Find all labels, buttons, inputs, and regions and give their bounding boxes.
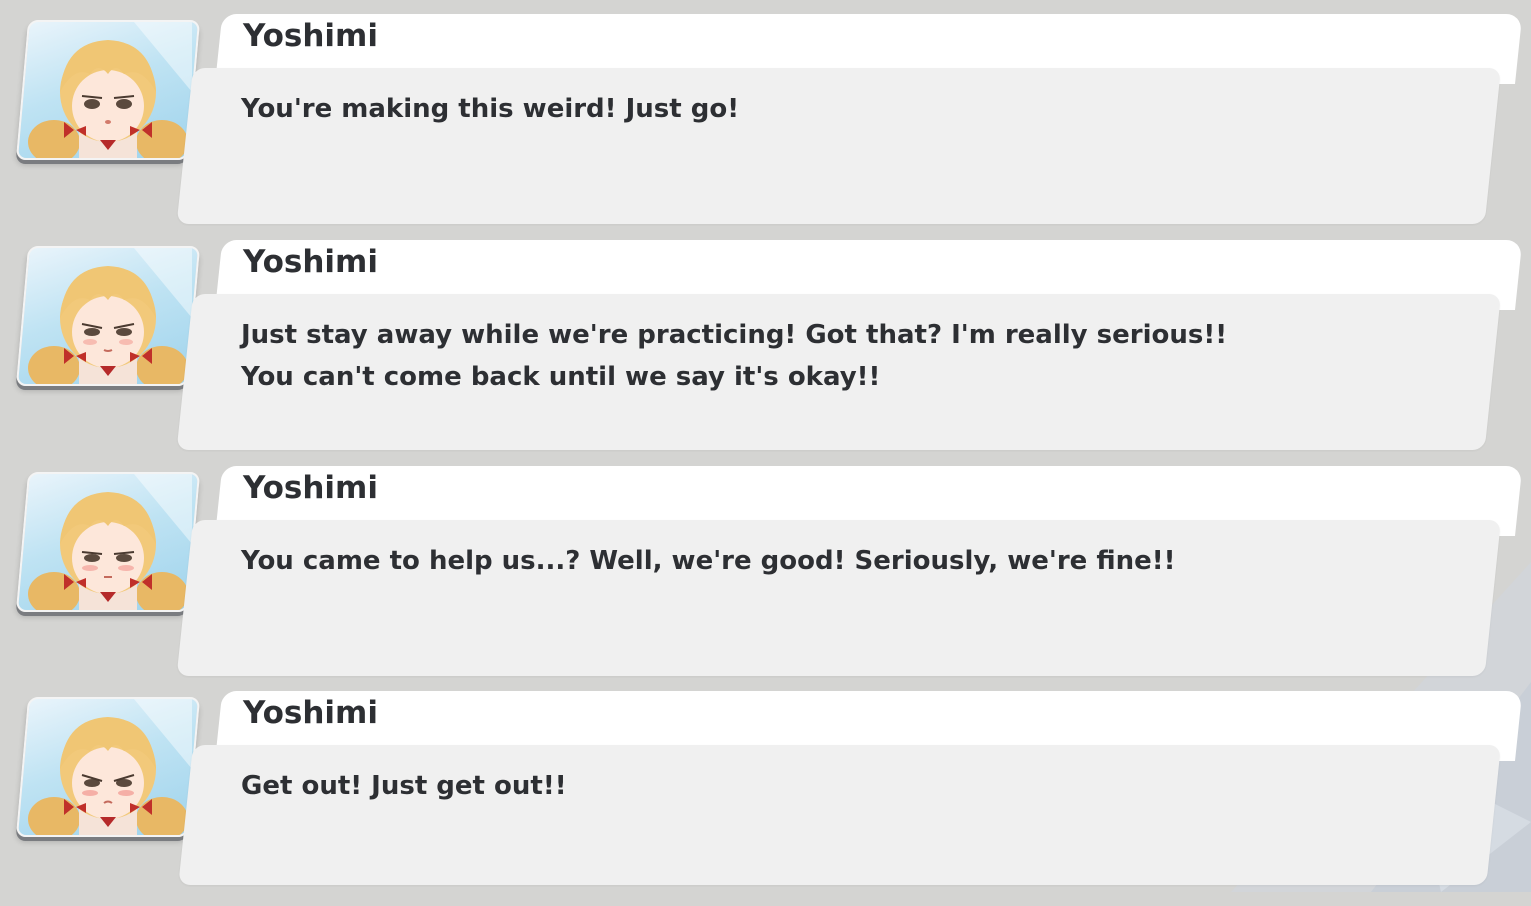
character-portrait [15,697,201,837]
dialogue-tail [190,540,210,572]
log-entry: Yoshimi You came to help us...? Well, we… [0,466,1531,681]
speaker-name: Yoshimi [243,695,378,731]
log-entry: Yoshimi Just stay away while we're pract… [0,240,1531,455]
yoshimi-portrait-icon [28,699,192,835]
yoshimi-portrait-icon [28,474,192,610]
yoshimi-portrait-icon [28,248,192,384]
speaker-name: Yoshimi [243,470,378,506]
speaker-name: Yoshimi [243,18,378,54]
log-entry: Yoshimi Get out! Just get out!! [0,691,1531,906]
log-entry: Yoshimi You're making this weird! Just g… [0,14,1531,229]
dialogue-tail [190,765,210,797]
speaker-name: Yoshimi [243,244,378,280]
character-portrait [15,472,201,612]
dialogue-tail [190,88,210,120]
dialogue-text: Just stay away while we're practicing! G… [241,320,1228,392]
yoshimi-portrait-icon [28,22,192,158]
dialogue-text: Get out! Just get out!! [241,771,567,801]
character-portrait [15,20,201,160]
character-portrait [15,246,201,386]
dialogue-text: You came to help us...? Well, we're good… [241,546,1176,576]
dialogue-tail [190,314,210,346]
dialogue-log[interactable]: Yoshimi You're making this weird! Just g… [0,0,1531,892]
dialogue-text: You're making this weird! Just go! [241,94,740,124]
